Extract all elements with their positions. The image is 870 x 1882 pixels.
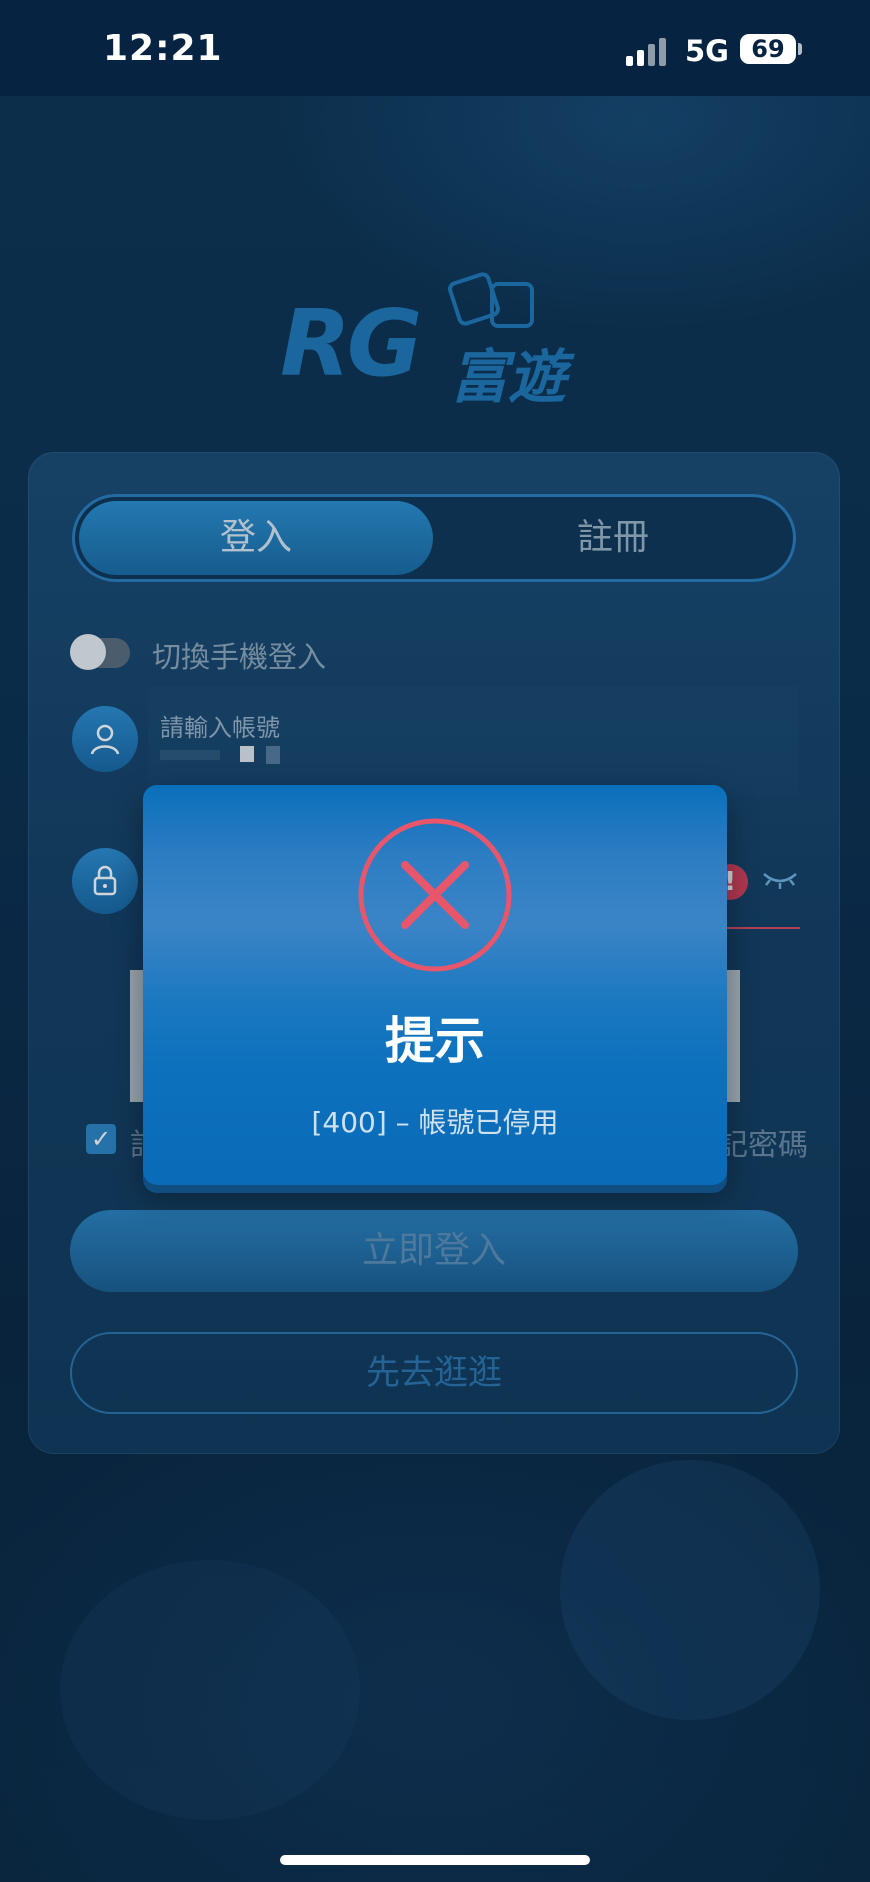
error-dialog: 提示 [400] – 帳號已停用	[143, 785, 727, 1185]
battery-tip	[798, 43, 802, 55]
status-time: 12:21	[103, 28, 223, 69]
dialog-title: 提示	[385, 1012, 485, 1070]
dialog-message: [400] – 帳號已停用	[311, 1106, 559, 1139]
signal-icon	[626, 36, 670, 66]
status-bar: 12:21 5G 69	[0, 0, 870, 96]
error-x-icon	[355, 815, 515, 975]
battery-icon: 69	[740, 34, 796, 64]
home-indicator[interactable]	[280, 1855, 590, 1865]
network-type: 5G	[685, 34, 729, 68]
battery-level: 69	[751, 35, 785, 63]
